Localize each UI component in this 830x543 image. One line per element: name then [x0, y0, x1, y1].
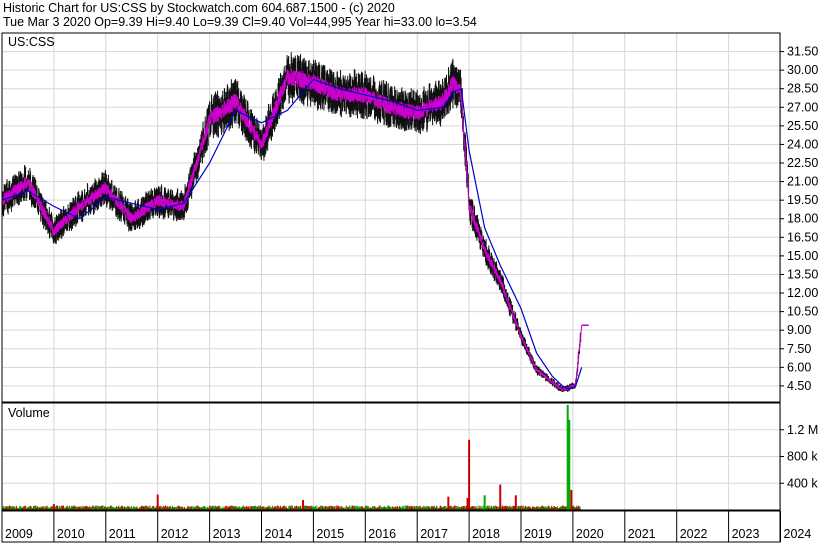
price-tick-label: 6.00	[787, 360, 811, 374]
x-tick-label: 2009	[5, 527, 33, 541]
price-tick-label: 27.00	[787, 100, 818, 114]
price-tick-label: 7.50	[787, 342, 811, 356]
x-tick-label: 2020	[576, 527, 604, 541]
x-tick-label: 2012	[161, 527, 189, 541]
x-tick-label: 2011	[109, 527, 136, 541]
x-tick-label: 2018	[472, 527, 500, 541]
price-tick-label: 31.50	[787, 45, 818, 59]
price-tick-label: 21.00	[787, 175, 818, 189]
price-tick-label: 15.00	[787, 249, 818, 263]
price-tick-label: 9.00	[787, 323, 811, 337]
price-tick-label: 18.00	[787, 212, 818, 226]
x-tick-label: 2022	[680, 527, 708, 541]
x-tick-label: 2014	[265, 527, 293, 541]
x-axis-ticks: 2009 2010 2011 2012 2013 2014 2015 2016 2017 2018…	[5, 511, 811, 542]
price-short-average-line	[1, 68, 583, 392]
price-tick-label: 19.50	[787, 193, 818, 207]
x-tick-label: 2016	[368, 527, 396, 541]
x-tick-label: 2010	[57, 527, 85, 541]
volume-tick-label: 400 k	[787, 476, 818, 490]
price-axis-ticks: 4.50 6.00 7.50 9.00 10.50 12.00 13.50 15.00 16.5…	[780, 45, 818, 393]
volume-grid	[2, 403, 781, 510]
x-tick-label: 2015	[316, 527, 344, 541]
price-series	[1, 52, 589, 393]
price-tick-label: 13.50	[787, 267, 818, 281]
price-tick-label: 28.50	[787, 82, 818, 96]
price-tick-label: 25.50	[787, 119, 818, 133]
x-tick-label: 2013	[213, 527, 241, 541]
price-tick-label: 24.00	[787, 137, 818, 151]
price-tick-label: 30.00	[787, 63, 818, 77]
x-tick-label: 2019	[524, 527, 552, 541]
x-tick-label: 2021	[628, 527, 656, 541]
price-tick-label: 4.50	[787, 379, 811, 393]
volume-tick-label: 800 k	[787, 450, 818, 464]
volume-bars	[1, 405, 581, 510]
historic-chart: US:CSS Volume 4.50 6.00 7.50 9.00 10.50 12.00…	[1, 32, 818, 543]
x-tick-label: 2023	[732, 527, 760, 541]
price-tick-label: 16.50	[787, 230, 818, 244]
volume-panel-title: Volume	[8, 406, 50, 420]
x-tick-label: 2017	[420, 527, 448, 541]
volume-tick-label: 1.2 M	[787, 423, 818, 437]
price-tick-label: 10.50	[787, 305, 818, 319]
x-tick-label: 2024	[784, 527, 812, 541]
price-tick-label: 22.50	[787, 156, 818, 170]
volume-axis-ticks: 400 k 800 k 1.2 M	[780, 423, 818, 490]
price-tick-label: 12.00	[787, 286, 818, 300]
price-panel-title: US:CSS	[8, 35, 55, 49]
